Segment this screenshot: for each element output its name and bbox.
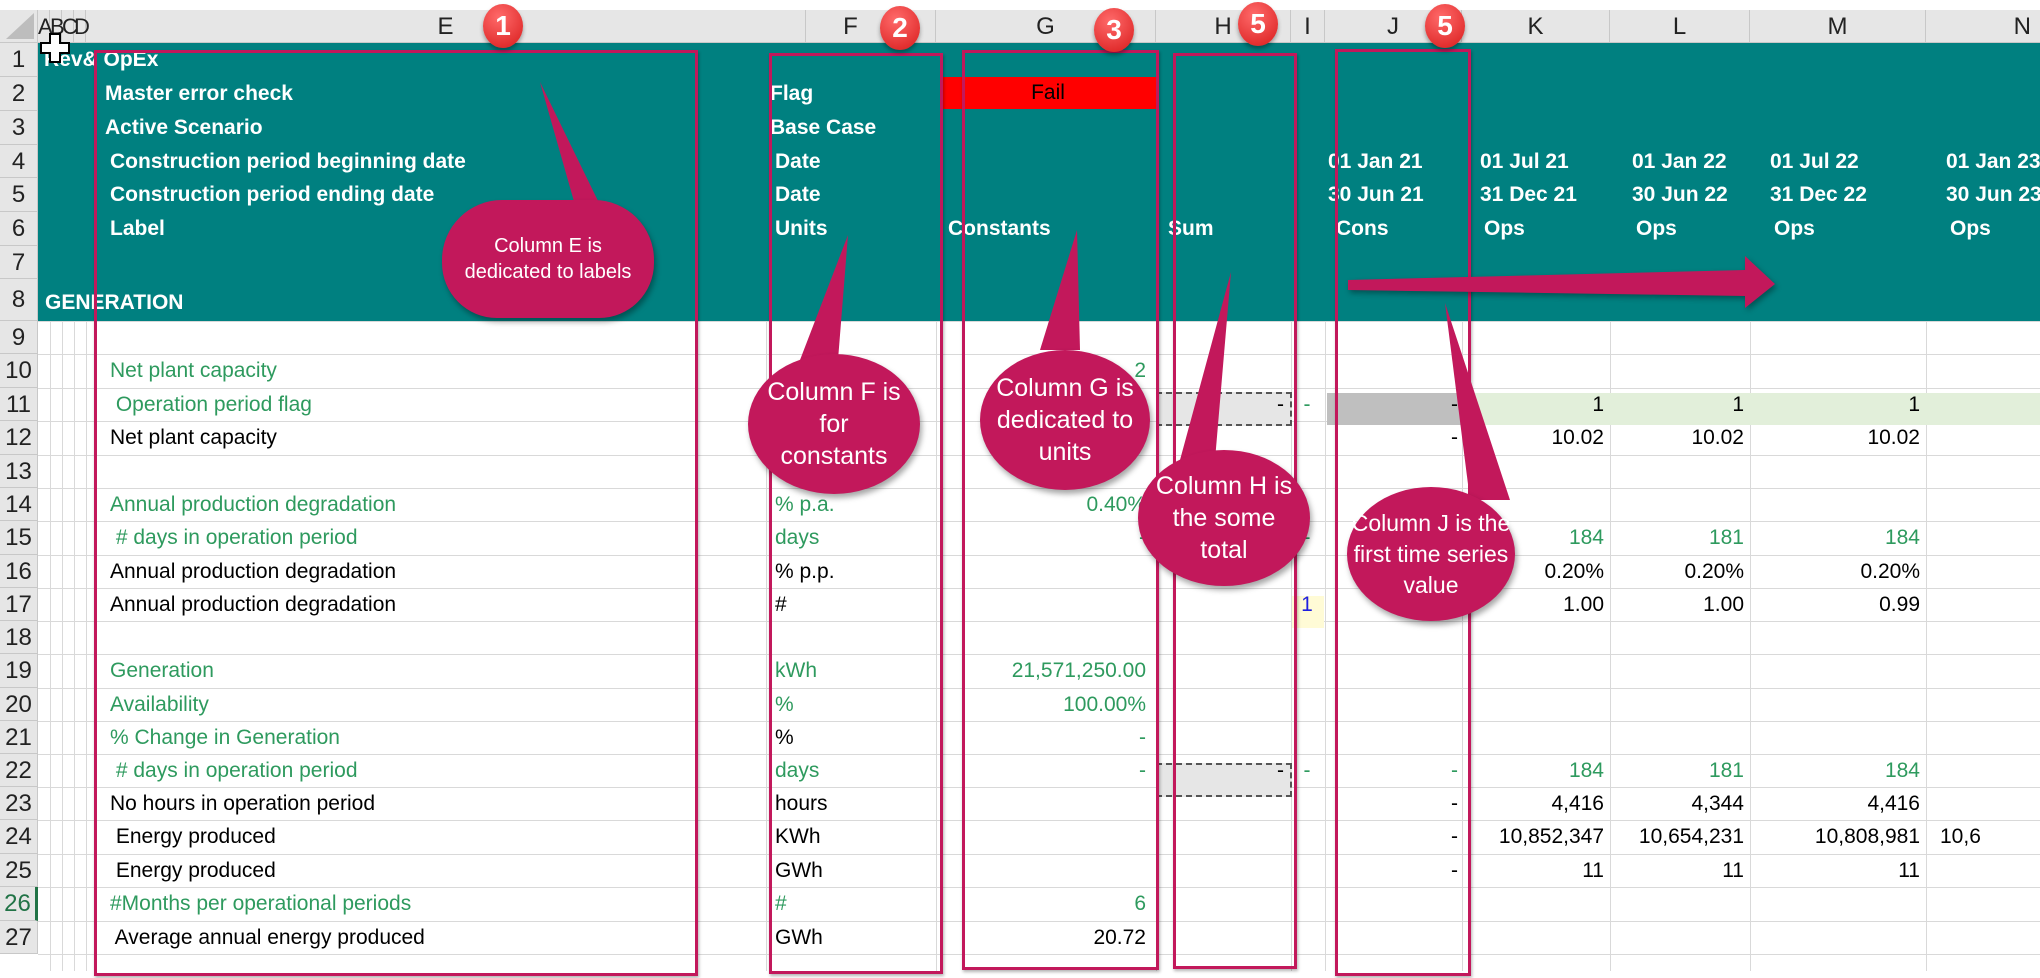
callout-h-line2: the some <box>1172 504 1276 532</box>
callout-e-pointer <box>540 82 600 205</box>
annotation-badge-1: 1 <box>483 4 523 48</box>
callout-h-pointer <box>1180 272 1231 460</box>
spreadsheet: A B C D E F G H I J K L M N 1 2 3 4 5 6 7 8 9 10 1… <box>0 0 2040 978</box>
callout-e-line1: Column E is <box>494 235 602 257</box>
callout-column-f: Column F is for constants <box>748 354 920 494</box>
callout-e-line2: dedicated to labels <box>464 261 632 283</box>
callout-f-line2: for <box>819 410 849 438</box>
annotation-badge-5-h: 5 <box>1238 2 1278 46</box>
callout-g-line2: dedicated to <box>996 406 1134 434</box>
annotation-badge-5-j: 5 <box>1425 4 1465 48</box>
callout-g-pointer <box>1040 230 1080 350</box>
callout-j-line2: first time series <box>1353 540 1509 567</box>
callout-f-line1: Column F is <box>767 378 901 406</box>
callout-column-j: Column J is the first time series value <box>1347 487 1515 621</box>
callout-g-line3: units <box>1038 438 1092 466</box>
callout-g-line1: Column G is <box>996 374 1134 402</box>
callout-f-line3: constants <box>780 442 888 470</box>
time-series-arrow-icon <box>1348 256 1775 308</box>
callout-j-pointer <box>1445 303 1510 500</box>
annotation-badge-3: 3 <box>1094 8 1134 52</box>
callout-column-g: Column G is dedicated to units <box>980 350 1150 490</box>
callout-j-line3: value <box>1403 571 1459 598</box>
annotation-pointers <box>540 82 1775 500</box>
callout-column-e: Column E is dedicated to labels <box>442 200 654 318</box>
callout-j-line1: Column J is the <box>1351 509 1511 536</box>
callout-column-h: Column H is the some total <box>1138 450 1310 586</box>
callout-f-pointer <box>800 235 848 360</box>
callout-h-line3: total <box>1200 536 1248 564</box>
annotation-badge-2: 2 <box>880 6 920 50</box>
cell-select-cursor-icon <box>40 33 70 63</box>
callout-h-line1: Column H is <box>1155 472 1293 500</box>
